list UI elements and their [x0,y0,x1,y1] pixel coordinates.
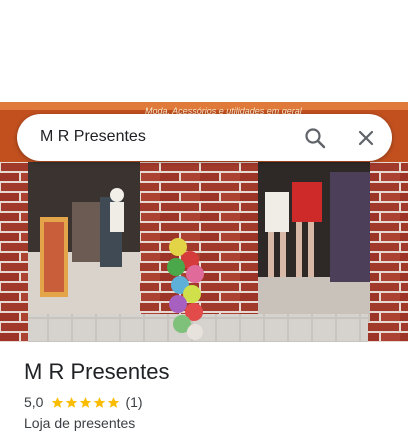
star-icon [66,396,78,408]
rating-stars [51,396,121,409]
place-title: M R Presentes [24,359,170,384]
blank-top-area [0,0,408,102]
star-icon [94,396,106,408]
star-icon [108,396,120,408]
search-input[interactable]: M R Presentes [40,128,146,146]
rating-value: 5,0 [24,394,44,410]
close-icon[interactable] [353,125,379,151]
star-icon [80,396,92,408]
rating-row[interactable]: 5,0 (1) [24,394,143,410]
search-icon[interactable] [302,125,328,151]
star-icon [52,396,64,408]
place-info-panel: M R Presentes 5,0 (1) Loja de presentes [0,342,408,444]
search-bar[interactable]: M R Presentes [17,114,392,161]
review-count[interactable]: (1) [125,394,142,410]
place-category: Loja de presentes [24,415,136,431]
